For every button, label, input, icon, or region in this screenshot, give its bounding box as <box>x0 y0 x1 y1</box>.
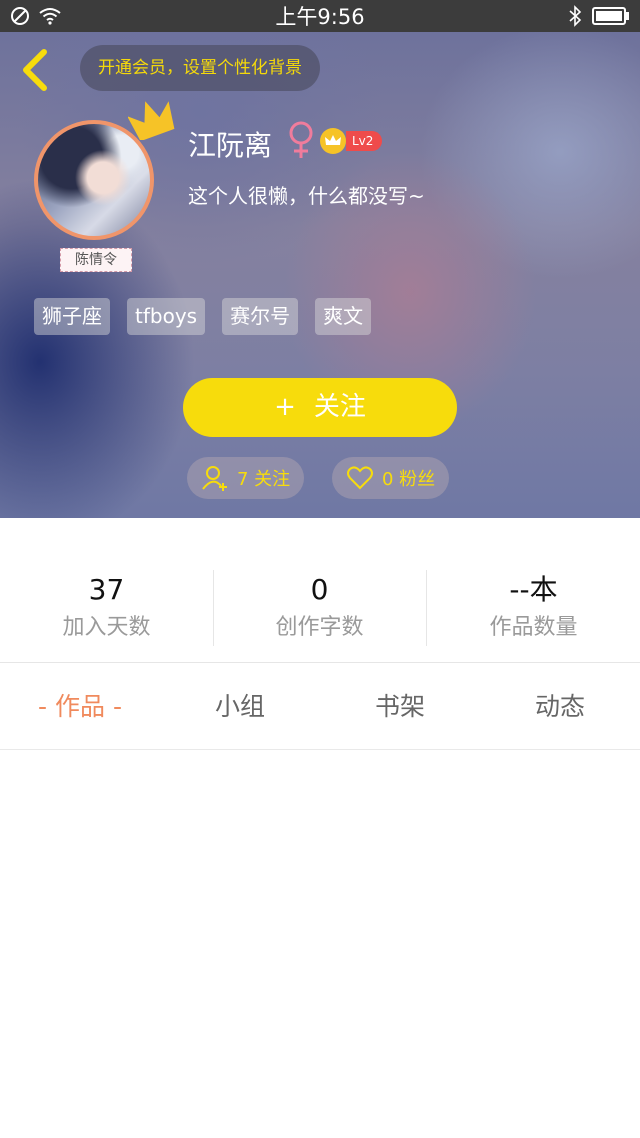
stat-word-count: 0 创作字数 <box>213 570 426 646</box>
follow-label: 关注 <box>313 392 366 422</box>
stat-value: 37 <box>88 573 125 606</box>
stat-works-count: --本 作品数量 <box>427 570 640 646</box>
tab-works[interactable]: - 作品 - <box>0 663 160 750</box>
plus-icon: + <box>274 392 296 422</box>
profile-header: 开通会员，设置个性化背景 陈情令 江阮离 Lv2 这个人很懒，什么都没写~ 狮子… <box>0 32 640 518</box>
tag[interactable]: 狮子座 <box>34 298 110 335</box>
follow-button[interactable]: + 关注 <box>183 378 457 437</box>
stat-label: 创作字数 <box>275 615 364 640</box>
stat-value: --本 <box>509 573 558 606</box>
tag[interactable]: 赛尔号 <box>222 298 299 335</box>
tab-groups[interactable]: 小组 <box>160 663 320 750</box>
no-sim-icon <box>11 7 29 25</box>
heart-icon <box>347 466 373 490</box>
username: 江阮离 <box>188 129 273 162</box>
crown-icon <box>128 101 175 140</box>
tag[interactable]: 爽文 <box>315 298 372 335</box>
level-label: Lv2 <box>346 131 382 151</box>
stat-value: 0 <box>310 573 329 606</box>
wifi-icon <box>39 8 61 25</box>
stat-label: 作品数量 <box>489 615 578 640</box>
tab-activity[interactable]: 动态 <box>480 663 640 750</box>
fans-count: 0 粉丝 <box>382 469 436 490</box>
vip-banner[interactable]: 开通会员，设置个性化背景 <box>80 45 320 91</box>
bluetooth-icon <box>569 5 582 27</box>
bio: 这个人很懒，什么都没写~ <box>188 184 425 208</box>
fans-button[interactable]: 0 粉丝 <box>332 457 450 499</box>
tab-bar: - 作品 - 小组 书架 动态 <box>0 663 640 750</box>
tag-list: 狮子座 tfboys 赛尔号 爽文 <box>34 298 372 335</box>
stat-label: 加入天数 <box>62 615 151 640</box>
following-button[interactable]: 7 关注 <box>187 457 305 499</box>
following-count: 7 关注 <box>237 469 291 490</box>
battery-icon <box>592 7 629 25</box>
tag[interactable]: tfboys <box>127 298 206 335</box>
stats-row: 37 加入天数 0 创作字数 --本 作品数量 <box>0 518 640 663</box>
status-time: 上午9:56 <box>275 5 365 29</box>
tab-bookshelf[interactable]: 书架 <box>320 663 480 750</box>
level-badge: Lv2 <box>320 128 382 154</box>
level-crown-icon <box>320 128 346 154</box>
female-icon <box>289 121 313 158</box>
avatar-tag: 陈情令 <box>60 248 132 272</box>
stat-join-days: 37 加入天数 <box>0 570 213 646</box>
user-add-icon <box>202 466 227 491</box>
content-area <box>0 751 640 1138</box>
back-button[interactable] <box>18 48 52 92</box>
status-bar: 上午9:56 <box>0 0 640 32</box>
